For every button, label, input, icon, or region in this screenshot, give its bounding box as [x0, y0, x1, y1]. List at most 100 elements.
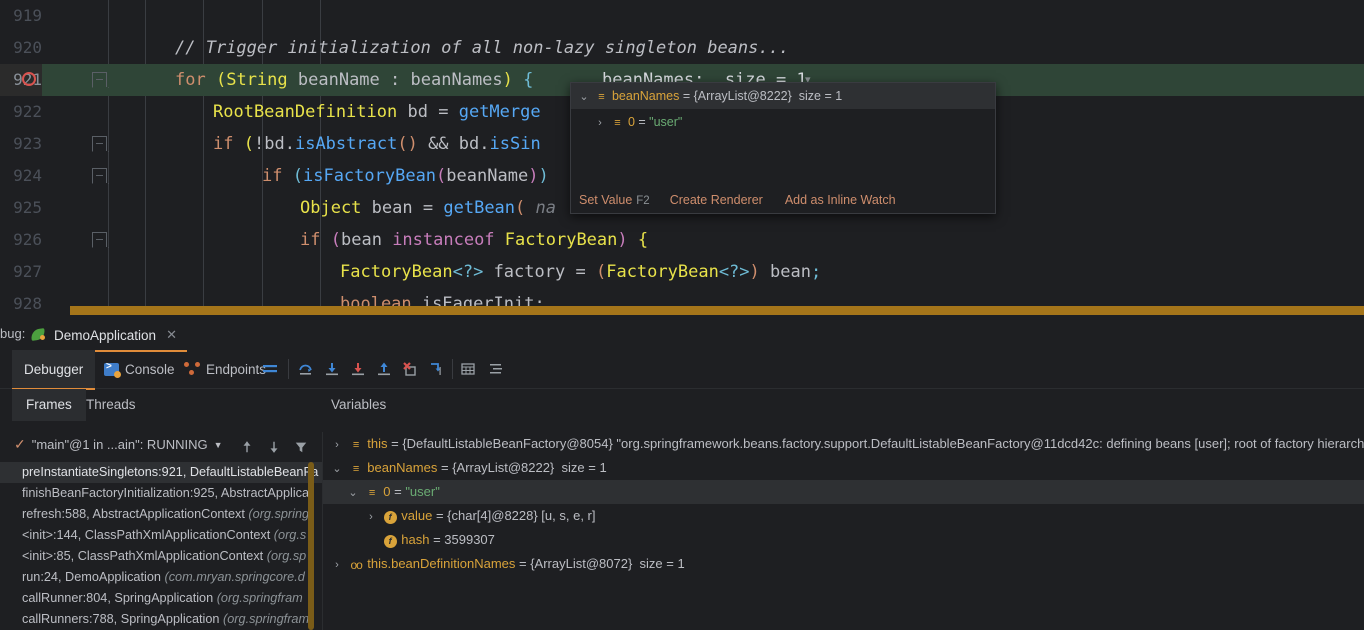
- chevron-down-icon[interactable]: ⌄: [345, 481, 361, 505]
- spring-boot-icon: [30, 328, 47, 342]
- variable-row[interactable]: ⌄ ≡ beanNames = {ArrayList@8222} size = …: [323, 456, 1364, 480]
- chevron-right-icon[interactable]: ›: [593, 110, 607, 136]
- filter-icon[interactable]: [294, 440, 308, 454]
- drop-frame-icon[interactable]: [402, 361, 418, 377]
- inline-value-popup[interactable]: ⌄ ≡ beanNames = {ArrayList@8222} size = …: [570, 82, 996, 214]
- code-comment: // Trigger initialization of all non-laz…: [175, 38, 790, 58]
- frame-method: <init>:85,: [22, 549, 75, 563]
- popup-child-row[interactable]: › ≡ 0 = "user": [571, 109, 995, 135]
- step-over-icon[interactable]: [298, 361, 314, 377]
- frame-package: (org.springfram: [216, 591, 303, 605]
- gutter-cell[interactable]: [44, 160, 107, 192]
- breakpoint-icon[interactable]: [22, 72, 36, 86]
- line-number: 923: [13, 134, 42, 153]
- run-tab-bar[interactable]: bug: DemoApplication ✕: [0, 320, 1364, 352]
- code-line[interactable]: 920 // Trigger initialization of all non…: [0, 32, 1364, 64]
- chevron-right-icon[interactable]: ›: [329, 433, 345, 457]
- variables-pane[interactable]: › ≡ this = {DefaultListableBeanFactory@8…: [323, 432, 1364, 630]
- show-execution-point-icon[interactable]: [262, 361, 278, 377]
- set-value-action[interactable]: Set Value: [579, 193, 632, 207]
- line-number: 926: [13, 230, 42, 249]
- editor-splitter[interactable]: [70, 306, 1364, 315]
- code-text: Object bean = getBean( na: [300, 198, 557, 218]
- tab-debugger[interactable]: Debugger: [12, 350, 96, 390]
- frame-row[interactable]: <init>:144, ClassPathXmlApplicationConte…: [0, 525, 322, 546]
- list-icon: ≡: [368, 486, 376, 499]
- move-down-icon[interactable]: [267, 440, 281, 454]
- code-text: if (bean instanceof FactoryBean) {: [300, 230, 649, 250]
- frame-row[interactable]: preInstantiateSingletons:921, DefaultLis…: [0, 462, 322, 483]
- frames-scrollbar[interactable]: [308, 462, 314, 630]
- variable-row[interactable]: f hash = 3599307: [323, 528, 1364, 552]
- frame-class: SpringApplication: [114, 591, 214, 605]
- run-to-cursor-icon[interactable]: [428, 361, 444, 377]
- run-configuration-tab[interactable]: DemoApplication ✕: [23, 320, 187, 352]
- variable-name: value: [401, 508, 433, 523]
- variable-row[interactable]: › f value = {char[4]@8228} [u, s, e, r]: [323, 504, 1364, 528]
- code-text: if (!bd.isAbstract() && bd.isSin: [213, 134, 541, 154]
- variable-row[interactable]: › ≡ this = {DefaultListableBeanFactory@8…: [323, 432, 1364, 456]
- tab-endpoints-label: Endpoints: [206, 361, 267, 377]
- gutter-cell[interactable]: [22, 64, 107, 96]
- step-out-icon[interactable]: [376, 361, 392, 377]
- frame-row[interactable]: finishBeanFactoryInitialization:925, Abs…: [0, 483, 322, 504]
- frame-class: DemoApplication: [65, 570, 161, 584]
- variable-equals: =: [390, 484, 406, 499]
- variables-pane-label: Variables: [331, 397, 387, 412]
- variable-name: this.beanDefinitionNames: [367, 556, 516, 571]
- frame-package: (org.s: [273, 528, 307, 542]
- variable-equals: =: [515, 556, 531, 571]
- settings-icon[interactable]: [488, 361, 504, 377]
- line-number: 922: [13, 102, 42, 121]
- code-line[interactable]: 926 if (bean instanceof FactoryBean) {: [0, 224, 1364, 256]
- variable-row[interactable]: ⌄ ≡ 0 = "user": [323, 480, 1364, 504]
- frame-row[interactable]: callRunner:804, SpringApplication (org.s…: [0, 588, 322, 609]
- static-field-icon: oo: [350, 557, 362, 572]
- chevron-right-icon[interactable]: ›: [363, 505, 379, 529]
- frame-class: AbstractApplicat: [220, 486, 313, 500]
- frame-row[interactable]: refresh:588, AbstractApplicationContext …: [0, 504, 322, 525]
- create-renderer-action[interactable]: Create Renderer: [670, 193, 763, 207]
- debugger-toolbar[interactable]: Debugger Console Endpoints: [0, 350, 1364, 390]
- gutter-cell[interactable]: [44, 128, 107, 160]
- frame-method: preInstantiateSingletons:921,: [22, 465, 187, 479]
- debugger-subtabs[interactable]: Frames Threads Variables: [0, 389, 1364, 421]
- thread-selector[interactable]: ✓ "main"@1 in ...ain": RUNNING ▼: [14, 436, 223, 453]
- move-up-icon[interactable]: [240, 440, 254, 454]
- close-icon[interactable]: ✕: [166, 327, 177, 343]
- fold-marker-icon[interactable]: [92, 72, 107, 87]
- debug-tool-window[interactable]: bug: DemoApplication ✕ Debugger Console …: [0, 320, 1364, 630]
- fold-marker-icon[interactable]: [92, 168, 107, 183]
- step-into-icon[interactable]: [324, 361, 340, 377]
- code-text: for (String beanName : beanNames) {: [175, 70, 534, 90]
- chevron-down-icon[interactable]: ⌄: [329, 457, 345, 481]
- frames-header[interactable]: ✓ "main"@1 in ...ain": RUNNING ▼: [0, 432, 322, 462]
- popup-root-row[interactable]: ⌄ ≡ beanNames = {ArrayList@8222} size = …: [571, 83, 995, 109]
- chevron-right-icon[interactable]: ›: [329, 553, 345, 577]
- code-text: FactoryBean<?> factory = (FactoryBean<?>…: [340, 262, 822, 282]
- frames-list[interactable]: preInstantiateSingletons:921, DefaultLis…: [0, 462, 322, 630]
- frame-package: (org.springfram: [223, 612, 310, 626]
- run-config-name: DemoApplication: [54, 327, 157, 343]
- frame-row[interactable]: callRunners:788, SpringApplication (org.…: [0, 609, 322, 630]
- check-icon: ✓: [14, 436, 26, 452]
- line-number: 925: [13, 198, 42, 217]
- frame-package: (com.mryan.springcore.d: [164, 570, 305, 584]
- evaluate-expression-icon[interactable]: [460, 361, 476, 377]
- frame-class: ClassPathXmlApplicationContext: [84, 528, 271, 542]
- code-line[interactable]: 927 FactoryBean<?> factory = (FactoryBea…: [0, 256, 1364, 288]
- tab-threads[interactable]: Threads: [72, 389, 150, 421]
- gutter-cell[interactable]: [44, 224, 107, 256]
- frame-row[interactable]: <init>:85, ClassPathXmlApplicationContex…: [0, 546, 322, 567]
- fold-marker-icon[interactable]: [92, 136, 107, 151]
- frames-pane[interactable]: ✓ "main"@1 in ...ain": RUNNING ▼ preInst…: [0, 432, 322, 630]
- variable-row[interactable]: › oo this.beanDefinitionNames = {ArrayLi…: [323, 552, 1364, 576]
- code-line[interactable]: 919: [0, 0, 1364, 32]
- variable-equals: =: [432, 508, 448, 523]
- chevron-down-icon[interactable]: ▼: [214, 440, 223, 450]
- add-inline-watch-action[interactable]: Add as Inline Watch: [785, 193, 896, 207]
- chevron-down-icon[interactable]: ⌄: [577, 84, 591, 110]
- frame-row[interactable]: run:24, DemoApplication (com.mryan.sprin…: [0, 567, 322, 588]
- force-step-into-icon[interactable]: [350, 361, 366, 377]
- fold-marker-icon[interactable]: [92, 232, 107, 247]
